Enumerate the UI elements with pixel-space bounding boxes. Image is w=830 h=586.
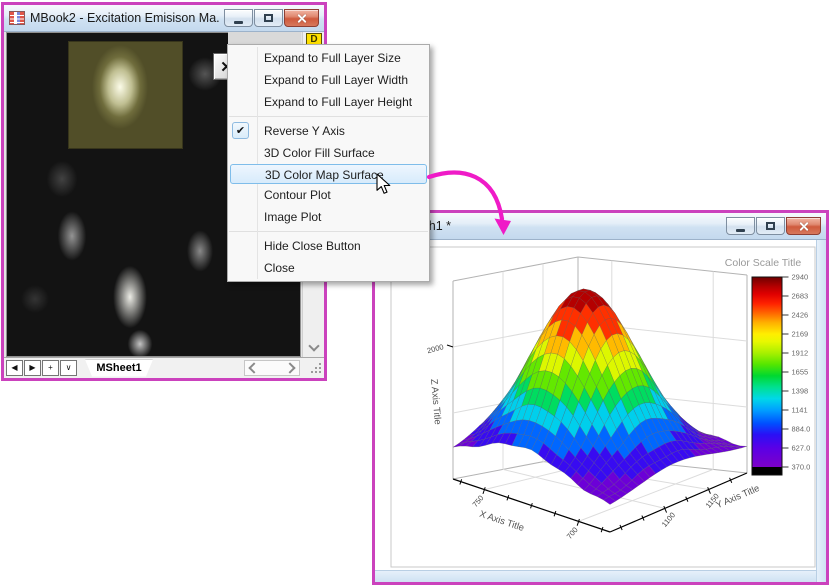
menu-item-image-plot[interactable]: Image Plot <box>228 206 429 228</box>
resize-grip[interactable] <box>319 363 321 365</box>
svg-text:1655: 1655 <box>792 368 809 377</box>
sheet-tab-bar: ◀▶+∨ MSheet1 <box>4 357 324 378</box>
sheet-nav-buttons: ◀▶+∨ <box>6 360 77 376</box>
sheet-tab-msheet1[interactable]: MSheet1 <box>85 360 153 377</box>
graph-close-button[interactable] <box>786 217 821 235</box>
prev-sheet-button[interactable]: ◀ <box>6 360 23 376</box>
check-icon: ✔ <box>232 122 249 139</box>
menu-separator <box>229 231 428 232</box>
menu-item-reverse-y-axis[interactable]: ✔Reverse Y Axis <box>228 120 429 142</box>
chevron-down-icon <box>308 340 319 351</box>
svg-text:1912: 1912 <box>792 349 809 358</box>
next-sheet-button[interactable]: ▶ <box>24 360 41 376</box>
matrix-icon <box>9 11 25 25</box>
menu-separator <box>229 116 428 117</box>
maximize-button[interactable] <box>254 9 283 27</box>
maximize-icon <box>766 222 775 230</box>
mbook-title: MBook2 - Excitation Emisison Ma... <box>30 11 219 25</box>
graph-vertical-scrollbar[interactable] <box>816 240 826 582</box>
graph-minimize-button[interactable] <box>726 217 755 235</box>
chevron-left-icon <box>248 362 259 373</box>
menu-item-close[interactable]: Close <box>228 257 429 279</box>
menu-item-3d-color-map-surface[interactable]: 3D Color Map Surface <box>230 164 427 184</box>
scroll-down-button[interactable] <box>303 339 324 355</box>
desktop: MBook2 - Excitation Emisison Ma... ✕ ▶ D… <box>0 0 830 586</box>
svg-text:370.0: 370.0 <box>792 463 811 472</box>
surface-plot: 70075011001150X Axis TitleY Axis Title20… <box>375 240 826 582</box>
svg-text:1398: 1398 <box>792 387 809 396</box>
graph-titlebar[interactable]: Graph1 * <box>375 213 826 240</box>
close-button[interactable] <box>284 9 319 27</box>
add-sheet-button[interactable]: + <box>42 360 59 376</box>
svg-text:Color Scale Title: Color Scale Title <box>725 257 802 269</box>
minimize-icon <box>234 21 243 24</box>
minimize-button[interactable] <box>224 9 253 27</box>
graph-horizontal-scrollbar[interactable] <box>375 570 816 582</box>
graph-title: Graph1 * <box>401 219 721 233</box>
svg-text:2940: 2940 <box>792 273 809 282</box>
chevron-right-icon <box>284 362 295 373</box>
close-icon <box>296 13 307 24</box>
menu-item-contour-plot[interactable]: Contour Plot <box>228 184 429 206</box>
graph-window: Graph1 * 70075011001150X Axis TitleY Axi… <box>372 210 829 585</box>
minimize-icon <box>736 229 745 232</box>
maximize-icon <box>264 14 273 22</box>
graph-body: 70075011001150X Axis TitleY Axis Title20… <box>375 240 826 582</box>
menu-item-expand-to-full-layer-height[interactable]: Expand to Full Layer Height <box>228 91 429 113</box>
graph-maximize-button[interactable] <box>756 217 785 235</box>
svg-text:2169: 2169 <box>792 330 809 339</box>
svg-text:2683: 2683 <box>792 292 809 301</box>
selection-region[interactable]: ✕ ▶ <box>68 41 183 149</box>
svg-text:627.0: 627.0 <box>792 444 811 453</box>
svg-text:2426: 2426 <box>792 311 809 320</box>
mbook-titlebar[interactable]: MBook2 - Excitation Emisison Ma... <box>4 5 324 32</box>
horizontal-scrollbar[interactable] <box>244 360 300 376</box>
context-menu: Expand to Full Layer SizeExpand to Full … <box>227 44 430 282</box>
menu-item-expand-to-full-layer-width[interactable]: Expand to Full Layer Width <box>228 69 429 91</box>
menu-item-expand-to-full-layer-size[interactable]: Expand to Full Layer Size <box>228 47 429 69</box>
sheet-list-button[interactable]: ∨ <box>60 360 77 376</box>
svg-text:1141: 1141 <box>792 406 808 415</box>
menu-item-hide-close-button[interactable]: Hide Close Button <box>228 235 429 257</box>
close-icon <box>798 221 809 232</box>
menu-item-3d-color-fill-surface[interactable]: 3D Color Fill Surface <box>228 142 429 164</box>
svg-text:884.0: 884.0 <box>792 425 811 434</box>
